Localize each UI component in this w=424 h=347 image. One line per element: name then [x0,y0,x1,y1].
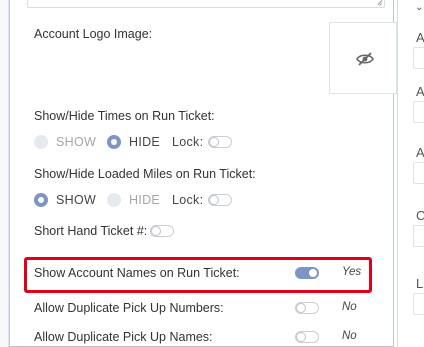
chevron-down-icon[interactable]: ⌄ [415,2,423,13]
right-field-input[interactable] [413,293,424,315]
column-divider [397,0,398,347]
loaded-miles-lock-toggle[interactable] [208,194,232,206]
toggle-knob [296,303,306,313]
show-hide-loaded-miles-label: Show/Hide Loaded Miles on Run Ticket: [34,167,256,181]
toggle-knob [308,268,318,278]
show-account-names-label: Show Account Names on Run Ticket: [34,266,240,280]
account-logo-upload[interactable] [329,22,397,94]
allow-dup-pickup-names-toggle[interactable] [295,331,319,343]
toggle-knob [209,195,219,205]
resize-grip-icon[interactable] [376,0,382,6]
right-field-label: C [416,208,424,223]
short-hand-ticket-toggle[interactable] [150,225,174,237]
loaded-miles-hide-label: HIDE [129,193,161,207]
loaded-miles-show-label: SHOW [56,193,97,207]
right-field-label: A [416,30,424,45]
loaded-miles-lock-label: Lock: [172,193,204,207]
right-field-input[interactable] [413,47,424,69]
loaded-miles-show-radio[interactable] [34,193,48,207]
times-show-radio[interactable] [34,135,48,149]
right-field-label: L [416,276,424,291]
toggle-knob [296,332,306,342]
allow-dup-pickup-numbers-label: Allow Duplicate Pick Up Numbers: [34,301,224,315]
right-field-label: A [416,145,424,160]
allow-dup-pickup-numbers-status: No [342,301,357,313]
short-hand-ticket-label: Short Hand Ticket #: [34,224,148,238]
eye-slash-icon [356,52,374,66]
allow-dup-pickup-names-status: No [342,330,357,342]
show-account-names-toggle[interactable] [295,267,319,279]
right-field-input[interactable] [413,162,424,184]
show-hide-times-label: Show/Hide Times on Run Ticket: [34,109,215,123]
allow-dup-pickup-numbers-toggle[interactable] [295,302,319,314]
times-hide-label: HIDE [129,135,161,149]
right-field-label: A [416,84,424,99]
times-lock-label: Lock: [172,135,204,149]
show-account-names-status: Yes [342,266,362,278]
right-field-input[interactable] [413,101,424,123]
times-lock-toggle[interactable] [208,136,232,148]
left-gutter [0,0,9,347]
toggle-knob [209,137,219,147]
loaded-miles-hide-radio[interactable] [107,193,121,207]
allow-dup-pickup-names-label: Allow Duplicate Pick Up Names: [34,330,213,344]
right-field-input[interactable] [413,225,424,247]
account-logo-label: Account Logo Image: [34,27,153,41]
times-show-label: SHOW [56,135,97,149]
toggle-knob [151,226,161,236]
notes-textarea[interactable] [27,0,385,8]
times-hide-radio[interactable] [107,135,121,149]
